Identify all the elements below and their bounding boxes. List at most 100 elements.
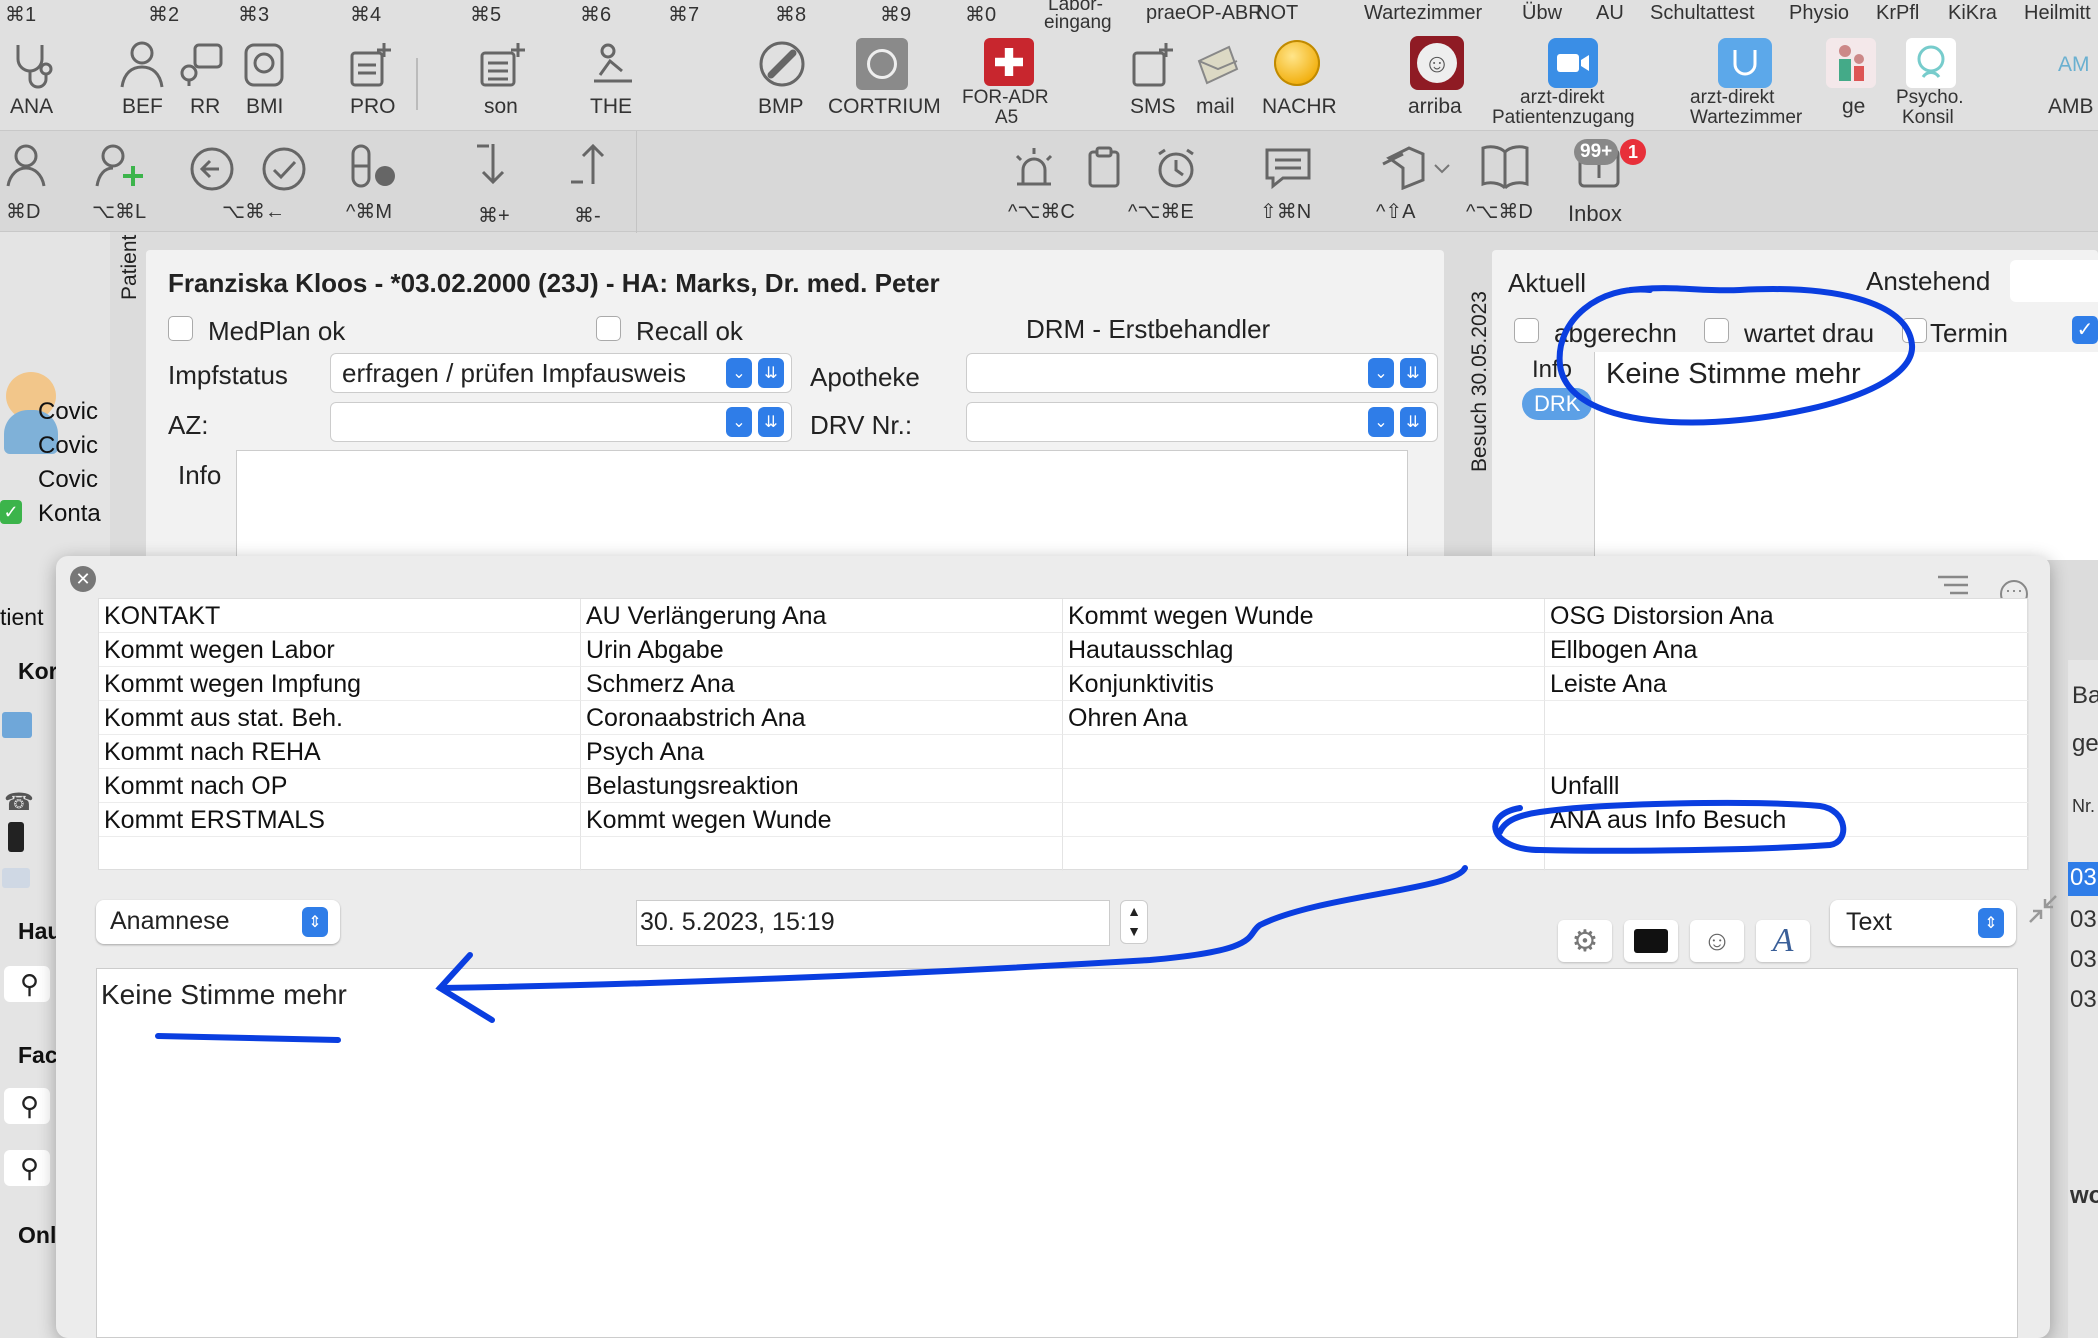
anstehend-tab[interactable]: Anstehend xyxy=(1866,266,1990,297)
waiting-room-icon[interactable] xyxy=(1718,38,1772,88)
wartet-checkbox[interactable] xyxy=(1704,318,1729,343)
table-cell[interactable] xyxy=(1063,803,1545,837)
clipboard-icon[interactable] xyxy=(1082,145,1126,191)
aktuell-tab[interactable]: Aktuell xyxy=(1508,268,1586,299)
table-cell[interactable] xyxy=(581,837,1063,871)
table-cell[interactable]: ANA aus Info Besuch xyxy=(1545,803,2029,837)
table-cell[interactable]: Kommt wegen Wunde xyxy=(1063,599,1545,633)
category-schultattest[interactable]: Schultattest xyxy=(1650,2,1755,25)
arriba-icon[interactable]: ☺ xyxy=(1410,36,1464,90)
format-select[interactable]: Text ⇕ xyxy=(1830,900,2016,946)
sidebar-section-kontakt[interactable]: Kor xyxy=(18,658,58,685)
scale-icon[interactable] xyxy=(240,40,288,90)
stepper-icon[interactable]: ⇕ xyxy=(302,907,328,937)
table-cell[interactable]: Kommt aus stat. Beh. xyxy=(99,701,581,735)
table-cell[interactable]: KONTAKT xyxy=(99,599,581,633)
checkmark-circle-icon[interactable] xyxy=(260,145,308,193)
double-chevron-icon[interactable]: ⇊ xyxy=(758,407,784,437)
chevron-down-icon[interactable] xyxy=(1432,161,1452,177)
alarm-clock-icon[interactable] xyxy=(1152,145,1200,191)
chat-icon[interactable] xyxy=(1262,145,1314,191)
datetime-stepper-icon[interactable]: ▲ ▼ xyxy=(1120,900,1148,944)
category-au[interactable]: AU xyxy=(1596,2,1624,25)
category-physio[interactable]: Physio xyxy=(1789,2,1849,25)
inbox-label[interactable]: Inbox xyxy=(1568,201,1622,227)
medplan-checkbox[interactable] xyxy=(168,316,193,341)
category-kikra[interactable]: KiKra xyxy=(1948,2,1997,25)
color-swatch-icon[interactable] xyxy=(1624,920,1678,962)
cortrium-icon[interactable] xyxy=(856,38,908,90)
table-cell[interactable]: Kommt wegen Wunde xyxy=(581,803,1063,837)
table-cell[interactable]: Kommt ERSTMALS xyxy=(99,803,581,837)
doctor-icon[interactable] xyxy=(116,38,168,90)
search-icon-2[interactable]: ⚲ xyxy=(4,1088,50,1124)
impfstatus-select[interactable]: erfragen / prüfen Impfausweis ⌄ ⇊ xyxy=(330,353,792,393)
sidebar-item-covid-2[interactable]: Covic xyxy=(38,432,98,460)
chevron-down-icon[interactable]: ⌄ xyxy=(1368,407,1394,437)
category-krpfl[interactable]: KrPfl xyxy=(1876,2,1919,25)
table-cell[interactable]: Kommt wegen Labor xyxy=(99,633,581,667)
termin-checkbox[interactable] xyxy=(1902,318,1927,343)
therapy-icon[interactable] xyxy=(586,40,636,90)
close-icon[interactable]: ✕ xyxy=(70,566,96,592)
first-aid-icon[interactable] xyxy=(984,38,1034,86)
sidebar-item-covid-1[interactable]: Covic xyxy=(38,398,98,426)
sidebar-section-hausarzt[interactable]: Hau xyxy=(18,918,61,945)
type-select[interactable]: Anamnese ⇕ xyxy=(96,900,340,944)
table-cell[interactable]: Leiste Ana xyxy=(1545,667,2029,701)
table-cell[interactable]: Kommt wegen Impfung xyxy=(99,667,581,701)
category-labor-2[interactable]: eingang xyxy=(1044,12,1112,34)
table-cell[interactable]: Ellbogen Ana xyxy=(1545,633,2029,667)
emoji-icon[interactable]: ☺ xyxy=(1690,920,1744,962)
stepper-icon[interactable]: ⇕ xyxy=(1978,908,2004,938)
table-cell[interactable]: Kommt nach REHA xyxy=(99,735,581,769)
category-uebw[interactable]: Übw xyxy=(1522,2,1562,25)
table-cell[interactable]: Belastungsreaktion xyxy=(581,769,1063,803)
table-cell[interactable]: Unfalll xyxy=(1545,769,2029,803)
table-cell[interactable]: Kommt nach OP xyxy=(99,769,581,803)
category-heilmitt[interactable]: Heilmitt xyxy=(2024,2,2091,25)
stethoscope-icon[interactable] xyxy=(8,40,56,90)
message-circle-icon[interactable] xyxy=(1272,38,1322,88)
table-cell[interactable]: AU Verlängerung Ana xyxy=(581,599,1063,633)
back-arrow-icon[interactable] xyxy=(188,145,236,193)
table-cell[interactable]: Schmerz Ana xyxy=(581,667,1063,701)
person-add-icon[interactable] xyxy=(92,141,146,189)
table-cell[interactable] xyxy=(1545,701,2029,735)
person-icon[interactable] xyxy=(2,141,50,189)
anamnesis-editor[interactable]: Keine Stimme mehr xyxy=(96,968,2018,1338)
table-cell[interactable] xyxy=(1063,769,1545,803)
search-icon[interactable]: ⚲ xyxy=(4,966,50,1002)
sidebar-section-online[interactable]: Onl xyxy=(18,1222,56,1249)
sms-icon[interactable] xyxy=(1128,40,1176,90)
chevron-down-icon[interactable]: ⌄ xyxy=(1368,358,1394,388)
category-not[interactable]: NOT xyxy=(1256,2,1298,25)
drv-select[interactable]: ⌄ ⇊ xyxy=(966,402,1438,442)
table-cell[interactable]: Psych Ana xyxy=(581,735,1063,769)
chevron-down-icon[interactable]: ⌄ xyxy=(726,358,752,388)
video-camera-icon[interactable] xyxy=(1548,38,1598,88)
book-icon[interactable] xyxy=(1478,141,1532,191)
medication-icon[interactable] xyxy=(346,141,400,191)
search-icon-3[interactable]: ⚲ xyxy=(4,1150,50,1186)
table-cell[interactable]: Konjunktivitis xyxy=(1063,667,1545,701)
sidebar-item-covid-3[interactable]: Covic xyxy=(38,466,98,494)
table-cell[interactable]: Coronaabstrich Ana xyxy=(581,701,1063,735)
sidebar-item-kontakt[interactable]: Konta xyxy=(38,500,101,528)
table-cell[interactable]: Urin Abgabe xyxy=(581,633,1063,667)
datetime-field[interactable]: 30. 5.2023, 15:19 xyxy=(636,900,1110,946)
category-praeop[interactable]: praeOP-ABR xyxy=(1146,2,1263,25)
table-cell[interactable] xyxy=(1063,735,1545,769)
abgerechnet-checkbox[interactable] xyxy=(1514,318,1539,343)
sort-down-icon[interactable] xyxy=(472,139,520,189)
info-textarea[interactable] xyxy=(236,450,1408,560)
double-chevron-icon[interactable]: ⇊ xyxy=(1400,358,1426,388)
table-cell[interactable] xyxy=(1545,735,2029,769)
font-icon[interactable]: A xyxy=(1756,920,1810,962)
table-cell[interactable] xyxy=(1063,837,1545,871)
table-cell[interactable]: Hautausschlag xyxy=(1063,633,1545,667)
table-cell[interactable]: OSG Distorsion Ana xyxy=(1545,599,2029,633)
az-select[interactable]: ⌄ ⇊ xyxy=(330,402,792,442)
family-icon[interactable] xyxy=(1826,38,1876,88)
double-chevron-icon[interactable]: ⇊ xyxy=(1400,407,1426,437)
